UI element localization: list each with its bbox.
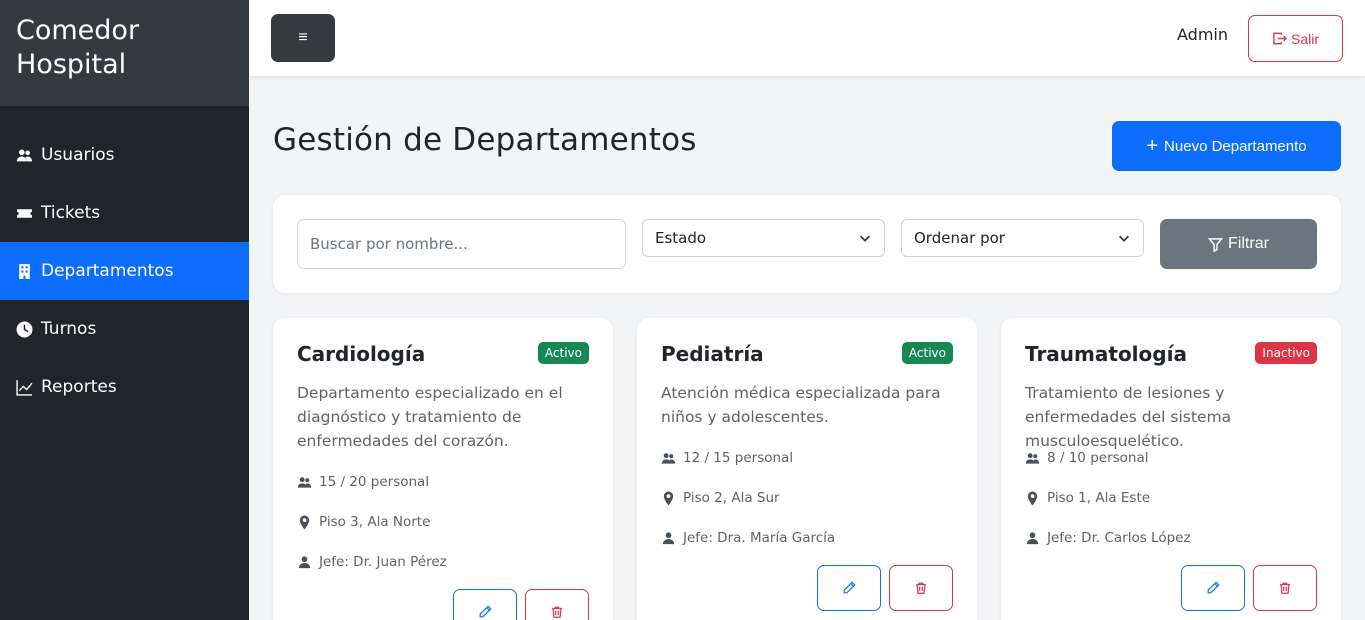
map-pin-icon <box>299 514 310 530</box>
users-icon <box>1025 452 1040 464</box>
person-icon <box>662 531 675 544</box>
delete-button[interactable] <box>889 565 953 611</box>
staff-count: 12 / 15 personal <box>683 450 794 466</box>
department-description: Tratamiento de lesiones y enfermedades d… <box>1025 384 1232 450</box>
person-icon <box>1026 531 1039 544</box>
status-badge: Activo <box>537 342 589 364</box>
current-user-label: Admin <box>1177 25 1228 44</box>
sidebar-item-usuarios[interactable]: Usuarios <box>0 126 249 184</box>
sidebar-item-label: Turnos <box>41 319 97 339</box>
map-pin-icon <box>1027 490 1038 506</box>
staff-count: 15 / 20 personal <box>319 474 430 490</box>
sort-select[interactable]: Ordenar por <box>901 219 1144 257</box>
logout-button[interactable]: Salir <box>1248 15 1343 62</box>
head-info: Jefe: Dra. María García <box>661 530 835 546</box>
head-text: Jefe: Dra. María García <box>683 530 836 546</box>
head-info: Jefe: Dr. Juan Pérez <box>297 554 447 570</box>
trash-icon <box>1280 582 1290 594</box>
status-select-value: Estado <box>655 229 707 247</box>
edit-button[interactable] <box>817 565 881 611</box>
sidebar-item-label: Departamentos <box>41 261 174 281</box>
department-card: Pediatría Activo Atención médica especia… <box>637 318 977 620</box>
status-badge: Inactivo <box>1255 342 1317 364</box>
sidebar-item-departamentos[interactable]: Departamentos <box>0 242 249 300</box>
location-info: Piso 3, Ala Norte <box>297 514 430 530</box>
sign-out-icon <box>1273 32 1287 45</box>
department-card: Traumatología Inactivo Tratamiento de le… <box>1001 318 1341 620</box>
head-text: Jefe: Dr. Juan Pérez <box>319 554 447 570</box>
new-department-button[interactable]: + Nuevo Departamento <box>1112 121 1341 171</box>
sidebar-item-label: Tickets <box>41 203 101 223</box>
pencil-icon <box>479 605 492 618</box>
delete-button[interactable] <box>525 589 589 620</box>
staff-info: 12 / 15 personal <box>661 450 793 466</box>
funnel-icon <box>1208 237 1224 252</box>
brand: Comedor Hospital <box>0 0 249 106</box>
new-department-label: Nuevo Departamento <box>1164 137 1307 155</box>
sidebar-nav: Usuarios Tickets Departamentos Turnos Re… <box>0 126 249 416</box>
location-info: Piso 1, Ala Este <box>1025 490 1150 506</box>
sidebar-item-label: Reportes <box>41 377 117 397</box>
map-pin-icon <box>663 490 674 506</box>
sidebar-item-tickets[interactable]: Tickets <box>0 184 249 242</box>
brand-line-1: Comedor <box>16 15 140 46</box>
department-name: Pediatría <box>661 342 764 366</box>
clock-icon <box>15 320 33 338</box>
sidebar-item-reportes[interactable]: Reportes <box>0 358 249 416</box>
head-info: Jefe: Dr. Carlos López <box>1025 530 1191 546</box>
head-text: Jefe: Dr. Carlos López <box>1047 530 1191 546</box>
chevron-down-icon <box>860 235 870 242</box>
edit-button[interactable] <box>453 589 517 620</box>
plus-icon: + <box>1146 135 1159 157</box>
filter-button[interactable]: Filtrar <box>1160 219 1317 269</box>
filter-panel: Estado Ordenar por Filtrar <box>273 195 1341 293</box>
department-card: Cardiología Activo Departamento especial… <box>273 318 613 620</box>
trash-icon <box>916 582 926 594</box>
location-info: Piso 2, Ala Sur <box>661 490 780 506</box>
search-input[interactable] <box>297 219 626 269</box>
topbar: ≡ Admin Salir <box>249 0 1365 77</box>
location-text: Piso 2, Ala Sur <box>683 490 780 506</box>
department-name: Traumatología <box>1025 342 1187 366</box>
location-text: Piso 3, Ala Norte <box>319 514 431 530</box>
chevron-down-icon <box>1119 235 1129 242</box>
edit-button[interactable] <box>1181 565 1245 611</box>
staff-info: 15 / 20 personal <box>297 474 429 490</box>
status-badge: Activo <box>901 342 953 364</box>
logout-label: Salir <box>1290 30 1319 47</box>
brand-line-2: Hospital <box>16 49 127 80</box>
delete-button[interactable] <box>1253 565 1317 611</box>
page-title: Gestión de Departamentos <box>273 122 697 158</box>
users-icon <box>15 146 33 164</box>
location-text: Piso 1, Ala Este <box>1047 490 1151 506</box>
chart-line-icon <box>15 378 33 396</box>
ticket-icon <box>15 204 33 222</box>
staff-count: 8 / 10 personal <box>1047 450 1149 466</box>
department-description: Atención médica especializada para niños… <box>661 384 941 426</box>
building-icon <box>15 262 33 280</box>
pencil-icon <box>843 581 856 594</box>
sidebar-item-label: Usuarios <box>41 145 115 165</box>
staff-info: 8 / 10 personal <box>1025 450 1149 466</box>
sort-select-value: Ordenar por <box>914 229 1005 247</box>
users-icon <box>661 452 676 464</box>
menu-toggle-button[interactable]: ≡ <box>271 14 335 62</box>
sidebar: Comedor Hospital Usuarios Tickets Depart… <box>0 0 249 620</box>
trash-icon <box>552 606 562 618</box>
status-select[interactable]: Estado <box>642 219 885 257</box>
sidebar-item-turnos[interactable]: Turnos <box>0 300 249 358</box>
department-description: Departamento especializado en el diagnós… <box>297 384 563 450</box>
department-name: Cardiología <box>297 342 426 366</box>
filter-button-label: Filtrar <box>1228 235 1269 252</box>
person-icon <box>298 555 311 568</box>
pencil-icon <box>1207 581 1220 594</box>
users-icon <box>297 476 312 488</box>
